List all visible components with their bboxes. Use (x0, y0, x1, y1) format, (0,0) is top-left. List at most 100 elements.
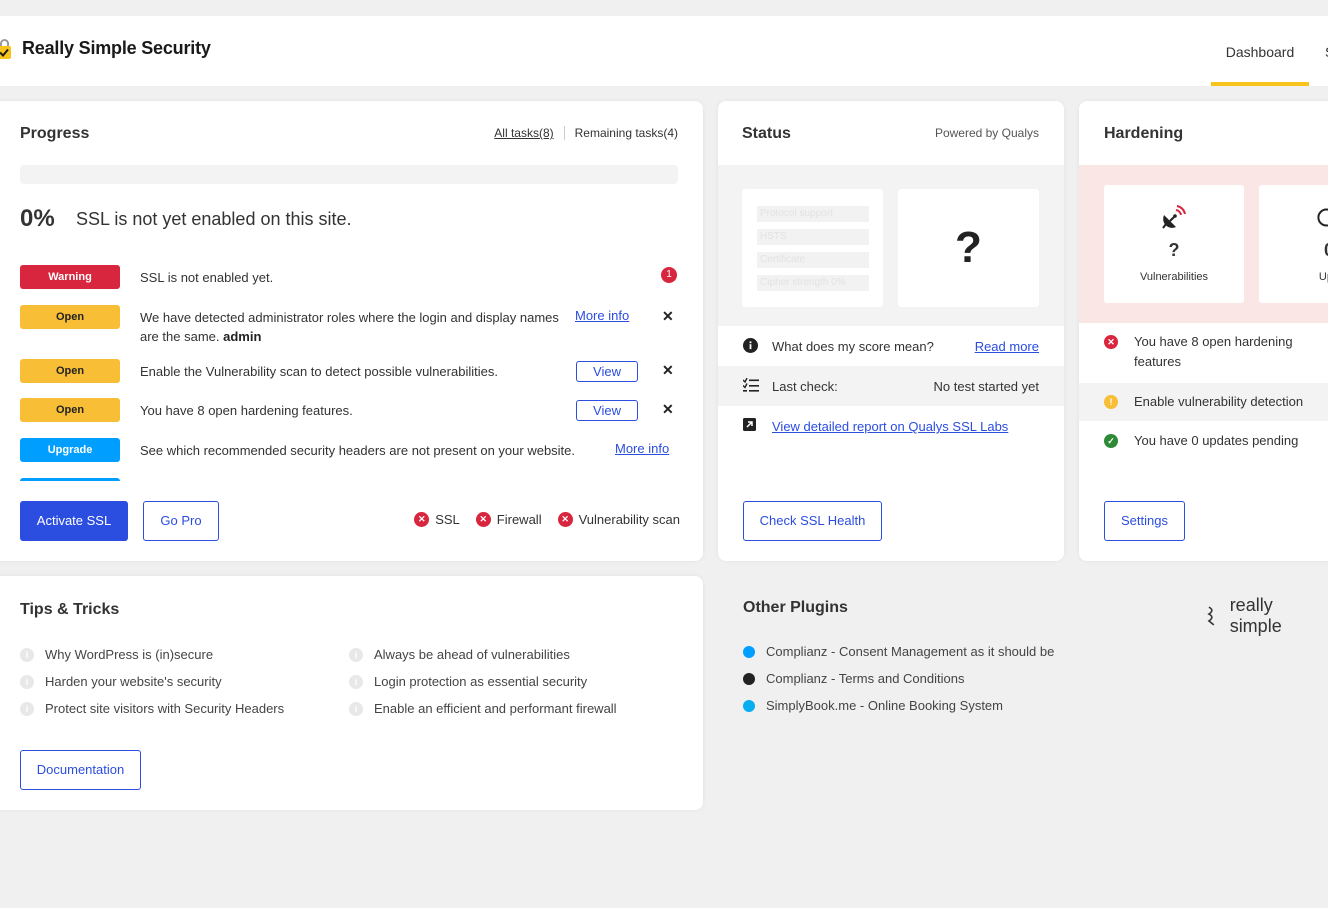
vulnerabilities-label: Vulnerabilities (1139, 271, 1209, 283)
tip-item[interactable]: i Login protection as essential security (349, 674, 587, 689)
info-circle-icon: i (349, 647, 363, 662)
plugin-item[interactable]: Complianz - Terms and Conditions (743, 671, 964, 686)
feature-status-list: ✕ SSL ✕ Firewall ✕ Vulnerability scan (398, 512, 680, 527)
tip-label: Enable an efficient and performant firew… (374, 701, 617, 716)
plugin-name: SimplyBook.me - Online Booking System (766, 698, 1003, 713)
tip-item[interactable]: i Protect site visitors with Security Hea… (20, 701, 284, 716)
task-text: Enable the Vulnerability scan to detect … (140, 364, 498, 379)
tip-label: Why WordPress is (in)secure (45, 647, 214, 662)
hardening-item-text: Enable vulnerability detection (1134, 394, 1304, 409)
task-text: See which recommended security headers a… (140, 443, 576, 458)
view-button[interactable]: View (576, 400, 638, 421)
ssl-test-area: Protocol support HSTS Certificate Cipher… (718, 165, 1064, 326)
vulnerability-scan-status: ✕ Vulnerability scan (557, 512, 680, 527)
task-text-line1: We have detected administrator roles whe… (140, 310, 559, 325)
updates-tile[interactable]: 0 Upd (1259, 185, 1328, 303)
hardening-item: ! Enable vulnerability detection (1079, 383, 1328, 421)
more-info-link[interactable]: More info (575, 308, 629, 323)
status-title: Status (742, 125, 791, 142)
plugin-item[interactable]: Complianz - Consent Management as it sho… (743, 644, 1054, 659)
ssl-status-label: SSL (435, 512, 460, 527)
tab-dashboard[interactable]: Dashboard (1211, 16, 1309, 86)
refresh-icon (1317, 208, 1328, 227)
activate-ssl-button[interactable]: Activate SSL (20, 501, 128, 541)
error-x-icon: ✕ (475, 512, 491, 527)
qualys-report-link[interactable]: View detailed report on Qualys SSL Labs (772, 419, 1008, 434)
tip-item[interactable]: i Always be ahead of vulnerabilities (349, 647, 570, 662)
check-ssl-health-button[interactable]: Check SSL Health (743, 501, 882, 541)
view-button[interactable]: View (576, 361, 638, 382)
plugin-name: Complianz - Consent Management as it sho… (766, 644, 1055, 659)
progress-message: SSL is not yet enabled on this site. (76, 209, 352, 229)
satellite-dish-icon (1162, 205, 1186, 229)
vulnerability-scan-status-label: Vulnerability scan (578, 512, 680, 527)
go-pro-button[interactable]: Go Pro (143, 501, 219, 541)
checklist-icon (742, 377, 759, 395)
tip-item[interactable]: i Why WordPress is (in)secure (20, 647, 213, 662)
plugin-status-dot (743, 699, 755, 712)
open-badge: Open (20, 305, 120, 329)
vulnerabilities-value: ? (1168, 240, 1180, 260)
upgrade-badge (20, 478, 120, 481)
hardening-tiles: ? Vulnerabilities 0 Upd (1079, 165, 1328, 323)
app-logo[interactable]: Really Simple Security (0, 38, 211, 59)
admin-username: admin (223, 329, 262, 344)
hardening-item-text: You have 8 open hardening features (1134, 334, 1293, 369)
error-x-icon: ✕ (414, 512, 430, 527)
remaining-tasks-link[interactable]: Remaining tasks(4) (565, 126, 678, 140)
read-more-link[interactable]: Read more (975, 339, 1039, 354)
open-badge: Open (20, 359, 120, 383)
plugin-status-dot (743, 672, 755, 685)
vulnerabilities-tile[interactable]: ? Vulnerabilities (1104, 185, 1244, 303)
tip-label: Login protection as essential security (374, 674, 588, 689)
documentation-button[interactable]: Documentation (20, 750, 141, 790)
dismiss-close-icon[interactable]: ✕ (662, 362, 674, 379)
more-info-link[interactable]: More info (615, 441, 669, 456)
settings-button[interactable]: Settings (1104, 501, 1185, 541)
all-tasks-link[interactable]: All tasks(8) (494, 126, 565, 140)
padlock-check-icon (0, 38, 14, 59)
notification-count-badge: 1 (661, 267, 677, 283)
last-check-row: Last check: No test started yet (718, 366, 1064, 406)
plugin-item[interactable]: SimplyBook.me - Online Booking System (743, 698, 1003, 713)
dismiss-close-icon[interactable]: ✕ (662, 401, 674, 418)
progress-percent: 0% (20, 205, 55, 232)
other-plugins-title: Other Plugins (743, 599, 848, 616)
app-title: Really Simple Security (22, 38, 211, 58)
task-text: You have 8 open hardening features. (140, 403, 353, 418)
cipher-strength-row: Cipher strength 0% (757, 275, 869, 291)
error-x-icon: ✕ (557, 512, 573, 527)
ssl-test-list: Protocol support HSTS Certificate Cipher… (742, 189, 883, 307)
progress-bar (20, 165, 678, 184)
ssl-grade: ? (898, 189, 1039, 307)
status-card: Status Powered by Qualys Protocol suppor… (718, 101, 1064, 561)
score-info-row: What does my score mean? Read more (718, 326, 1064, 366)
hardening-item: ✓ You have 0 updates pending (1079, 421, 1328, 461)
info-circle-icon: i (20, 701, 34, 716)
powered-by-label: Powered by Qualys (934, 126, 1039, 140)
upgrade-badge: Upgrade (20, 438, 120, 462)
tips-card: Tips & Tricks i Why WordPress is (in)secu… (0, 576, 703, 810)
plugin-status-dot (743, 645, 755, 658)
progress-title: Progress (20, 125, 90, 142)
protocol-support-row: Protocol support (757, 206, 869, 222)
progress-card: Progress All tasks(8) Remaining tasks(4)… (0, 101, 703, 561)
info-circle-icon: i (20, 674, 34, 689)
really-simple-brand[interactable]: really simple (1204, 595, 1328, 637)
last-check-value: No test started yet (933, 379, 1040, 394)
hardening-item: ✕ You have 8 open hardening features (1079, 323, 1328, 383)
score-question: What does my score mean? (772, 339, 934, 354)
ssl-status: ✕ SSL (414, 512, 460, 527)
hsts-row: HSTS (757, 229, 869, 245)
plugin-name: Complianz - Terms and Conditions (766, 671, 965, 686)
dismiss-close-icon[interactable]: ✕ (662, 308, 674, 325)
firewall-status-label: Firewall (496, 512, 542, 527)
brand-name: really simple (1229, 595, 1282, 636)
tip-item[interactable]: i Harden your website's security (20, 674, 222, 689)
progress-footer: Activate SSL Go Pro ✕ SSL ✕ Firewall ✕ V… (20, 501, 680, 541)
tip-label: Always be ahead of vulnerabilities (374, 647, 570, 662)
task-text: SSL is not enabled yet. (140, 270, 274, 285)
firewall-status: ✕ Firewall (475, 512, 542, 527)
tip-item[interactable]: i Enable an efficient and performant fire… (349, 701, 617, 716)
hardening-card: Hardening ? Vulnerabilities 0 Upd ✕ You … (1079, 101, 1328, 561)
